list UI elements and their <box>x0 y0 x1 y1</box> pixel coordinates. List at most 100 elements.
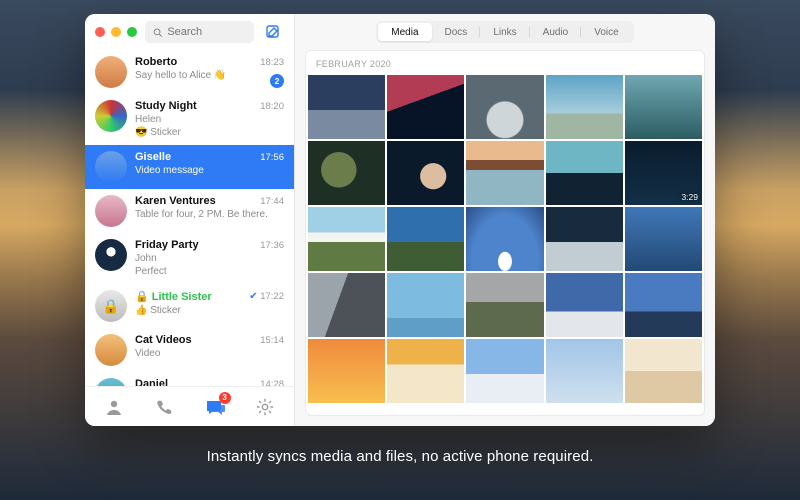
chat-preview: Video message <box>135 164 284 177</box>
media-thumb[interactable] <box>546 339 623 403</box>
compose-icon <box>265 24 281 40</box>
search-input[interactable] <box>167 26 246 38</box>
media-thumb[interactable] <box>466 339 543 403</box>
tab-contacts[interactable] <box>99 392 129 422</box>
window-controls <box>95 27 137 37</box>
media-thumb[interactable] <box>625 207 702 271</box>
chat-preview: Table for four, 2 PM. Be there. <box>135 208 284 221</box>
minimize-button[interactable] <box>111 27 121 37</box>
media-thumb[interactable] <box>387 273 464 337</box>
chat-name: Cat Videos <box>135 334 192 346</box>
chat-name: Giselle <box>135 151 171 163</box>
chat-preview: Say hello to Alice 👋 <box>135 69 284 82</box>
chat-list: Roberto 18:23 Say hello to Alice 👋 2 Stud… <box>85 50 294 386</box>
chat-name: Karen Ventures <box>135 195 216 207</box>
gear-icon <box>256 398 274 416</box>
app-window: Roberto 18:23 Say hello to Alice 👋 2 Stud… <box>85 14 715 426</box>
media-thumb[interactable] <box>546 207 623 271</box>
chat-time: 17:44 <box>260 196 284 207</box>
chat-item[interactable]: Roberto 18:23 Say hello to Alice 👋 2 <box>85 50 294 94</box>
compose-button[interactable] <box>262 21 284 43</box>
media-thumb[interactable] <box>466 141 543 205</box>
chat-item[interactable]: Study Night 18:20 Helen😎 Sticker <box>85 94 294 145</box>
media-thumb[interactable] <box>625 339 702 403</box>
media-thumb[interactable] <box>546 141 623 205</box>
avatar: 🔒 <box>95 290 127 322</box>
media-thumb[interactable] <box>387 207 464 271</box>
avatar <box>95 378 127 386</box>
chat-item[interactable]: Karen Ventures 17:44 Table for four, 2 PM… <box>85 189 294 233</box>
search-field[interactable] <box>145 21 254 43</box>
marketing-caption: Instantly syncs media and files, no acti… <box>207 448 594 465</box>
media-thumb[interactable] <box>387 141 464 205</box>
shared-media-panel: Media Docs Links Audio Voice FEBRUARY 20… <box>295 14 715 426</box>
media-thumb[interactable] <box>387 339 464 403</box>
avatar <box>95 239 127 271</box>
tab-chats[interactable]: 3 <box>200 392 230 422</box>
media-thumb[interactable] <box>308 141 385 205</box>
search-icon <box>153 27 162 38</box>
avatar <box>95 56 127 88</box>
chat-item[interactable]: Friday Party 17:36 JohnPerfect <box>85 233 294 284</box>
media-thumb[interactable] <box>546 273 623 337</box>
media-thumb[interactable] <box>466 273 543 337</box>
chat-time: 17:36 <box>260 240 284 251</box>
close-button[interactable] <box>95 27 105 37</box>
avatar <box>95 195 127 227</box>
chat-name: Daniel <box>135 378 168 386</box>
media-thumb[interactable] <box>466 207 543 271</box>
chat-item[interactable]: Cat Videos 15:14 Video <box>85 328 294 372</box>
media-thumb[interactable] <box>625 75 702 139</box>
media-thumb[interactable] <box>387 75 464 139</box>
chat-item-selected[interactable]: Giselle 17:56 Video message <box>85 145 294 189</box>
tab-calls[interactable] <box>149 392 179 422</box>
media-thumb[interactable]: 3:29 <box>625 141 702 205</box>
media-thumb[interactable] <box>625 273 702 337</box>
avatar <box>95 334 127 366</box>
tab-settings[interactable] <box>250 392 280 422</box>
chat-time: 14:28 <box>260 379 284 387</box>
chat-time: 17:56 <box>260 152 284 163</box>
media-thumb[interactable] <box>466 75 543 139</box>
maximize-button[interactable] <box>127 27 137 37</box>
video-duration: 3:29 <box>681 192 698 202</box>
phone-icon <box>155 398 173 416</box>
media-thumb[interactable] <box>308 207 385 271</box>
segmented-tabs: Media Docs Links Audio Voice <box>295 14 715 50</box>
media-grid: 3:29 <box>306 75 704 415</box>
media-thumb[interactable] <box>546 75 623 139</box>
bottom-tabs: 3 <box>85 386 294 426</box>
chats-badge: 3 <box>219 392 231 404</box>
chat-preview: Video <box>135 347 284 360</box>
read-check-icon: ✔ <box>249 291 257 302</box>
unread-badge: 2 <box>270 74 284 88</box>
desktop-wallpaper: Roberto 18:23 Say hello to Alice 👋 2 Stud… <box>0 0 800 500</box>
chat-time: 18:23 <box>260 57 284 68</box>
chat-preview: 👍 Sticker <box>135 304 284 317</box>
tab-docs[interactable]: Docs <box>432 23 481 41</box>
media-thumb[interactable] <box>308 75 385 139</box>
tab-audio[interactable]: Audio <box>530 23 582 41</box>
chat-time: ✔ 17:22 <box>249 291 284 302</box>
chat-time: 15:14 <box>260 335 284 346</box>
chat-preview: Helen😎 Sticker <box>135 113 284 139</box>
contact-icon <box>104 397 124 417</box>
avatar <box>95 100 127 132</box>
chat-time: 18:20 <box>260 101 284 112</box>
media-scroll[interactable]: FEBRUARY 2020 3:29 <box>305 50 705 416</box>
media-thumb[interactable] <box>308 273 385 337</box>
chat-item[interactable]: 🔒 🔒 Little Sister ✔ 17:22 👍 Sticker <box>85 284 294 328</box>
chat-name: 🔒 Little Sister <box>135 290 212 303</box>
section-header: FEBRUARY 2020 <box>306 51 704 75</box>
tab-links[interactable]: Links <box>480 23 529 41</box>
tab-voice[interactable]: Voice <box>581 23 631 41</box>
chat-preview: JohnPerfect <box>135 252 284 278</box>
sidebar: Roberto 18:23 Say hello to Alice 👋 2 Stud… <box>85 14 295 426</box>
media-thumb[interactable] <box>308 339 385 403</box>
chat-item[interactable]: Daniel14:28 Do you have any idea what ti… <box>85 372 294 386</box>
chat-name: Friday Party <box>135 239 199 251</box>
avatar <box>95 151 127 183</box>
chat-name: Roberto <box>135 56 177 68</box>
tab-media[interactable]: Media <box>378 23 431 41</box>
chat-name: Study Night <box>135 100 197 112</box>
